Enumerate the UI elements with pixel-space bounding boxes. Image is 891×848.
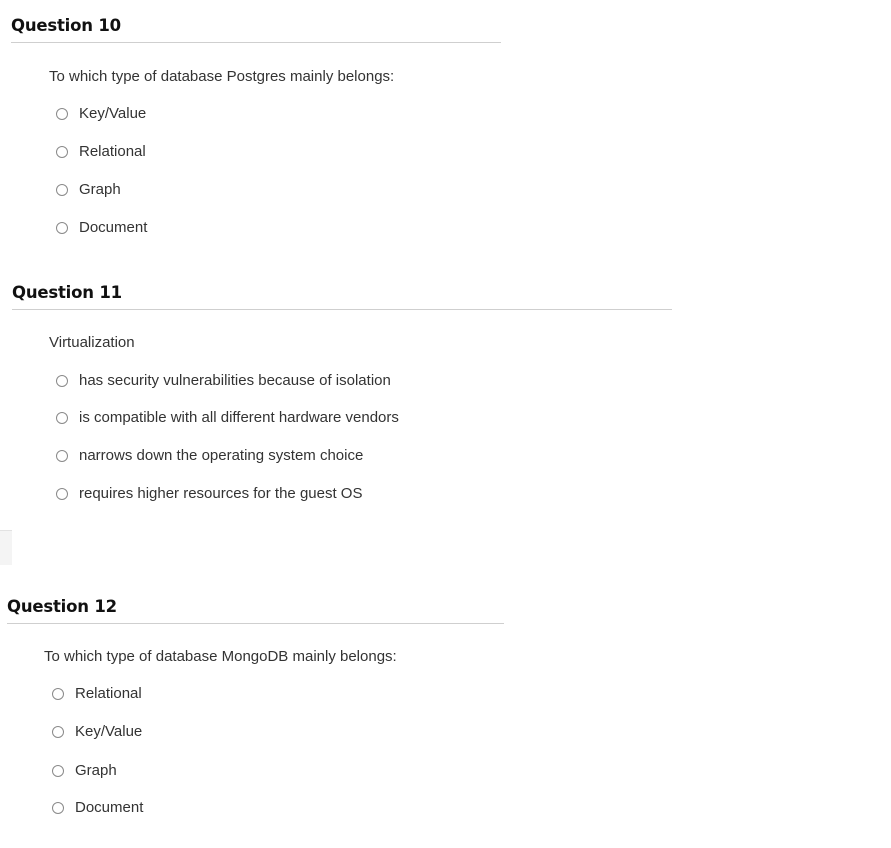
- radio-button-icon[interactable]: [52, 802, 64, 814]
- question-title: Question 11: [12, 283, 672, 310]
- option-label: Relational: [79, 143, 146, 160]
- option-hardware-compatible[interactable]: is compatible with all different hardwar…: [56, 409, 399, 427]
- radio-button-icon[interactable]: [56, 412, 68, 424]
- option-key-value[interactable]: Key/Value: [56, 105, 146, 123]
- radio-button-icon[interactable]: [56, 450, 68, 462]
- option-label: Key/Value: [79, 105, 147, 122]
- option-label: requires higher resources for the guest …: [79, 485, 363, 502]
- radio-button-icon[interactable]: [56, 375, 68, 387]
- question-prompt: To which type of database Postgres mainl…: [49, 68, 395, 85]
- option-relational[interactable]: Relational: [56, 143, 146, 161]
- question-title: Question 10: [11, 16, 501, 43]
- option-label: Graph: [79, 181, 121, 198]
- radio-button-icon[interactable]: [56, 146, 68, 158]
- option-key-value[interactable]: Key/Value: [52, 723, 142, 741]
- option-label: narrows down the operating system choice: [79, 447, 364, 464]
- option-label: Document: [75, 799, 144, 816]
- option-security-vulnerabilities[interactable]: has security vulnerabilities because of …: [56, 372, 391, 390]
- option-higher-resources[interactable]: requires higher resources for the guest …: [56, 485, 362, 503]
- option-label: has security vulnerabilities because of …: [79, 372, 391, 389]
- radio-button-icon[interactable]: [56, 108, 68, 120]
- radio-button-icon[interactable]: [56, 488, 68, 500]
- option-label: is compatible with all different hardwar…: [79, 409, 399, 426]
- question-10: Question 10 To which type of database Po…: [11, 16, 501, 236]
- side-panel-edge: [0, 530, 12, 565]
- question-prompt: To which type of database MongoDB mainly…: [44, 648, 397, 665]
- question-prompt: Virtualization: [49, 334, 135, 351]
- option-relational[interactable]: Relational: [52, 685, 142, 703]
- option-label: Key/Value: [75, 723, 143, 740]
- question-title: Question 12: [7, 597, 504, 624]
- radio-button-icon[interactable]: [52, 765, 64, 777]
- question-12: Question 12 To which type of database Mo…: [7, 597, 504, 816]
- option-graph[interactable]: Graph: [52, 762, 117, 780]
- option-narrows-os-choice[interactable]: narrows down the operating system choice: [56, 447, 363, 465]
- option-label: Document: [79, 219, 148, 236]
- option-document[interactable]: Document: [52, 799, 143, 817]
- option-label: Relational: [75, 685, 142, 702]
- option-document[interactable]: Document: [56, 219, 147, 237]
- option-graph[interactable]: Graph: [56, 181, 121, 199]
- question-11: Question 11 Virtualization has security …: [12, 283, 672, 502]
- option-label: Graph: [75, 762, 117, 779]
- radio-button-icon[interactable]: [56, 222, 68, 234]
- radio-button-icon[interactable]: [56, 184, 68, 196]
- radio-button-icon[interactable]: [52, 726, 64, 738]
- radio-button-icon[interactable]: [52, 688, 64, 700]
